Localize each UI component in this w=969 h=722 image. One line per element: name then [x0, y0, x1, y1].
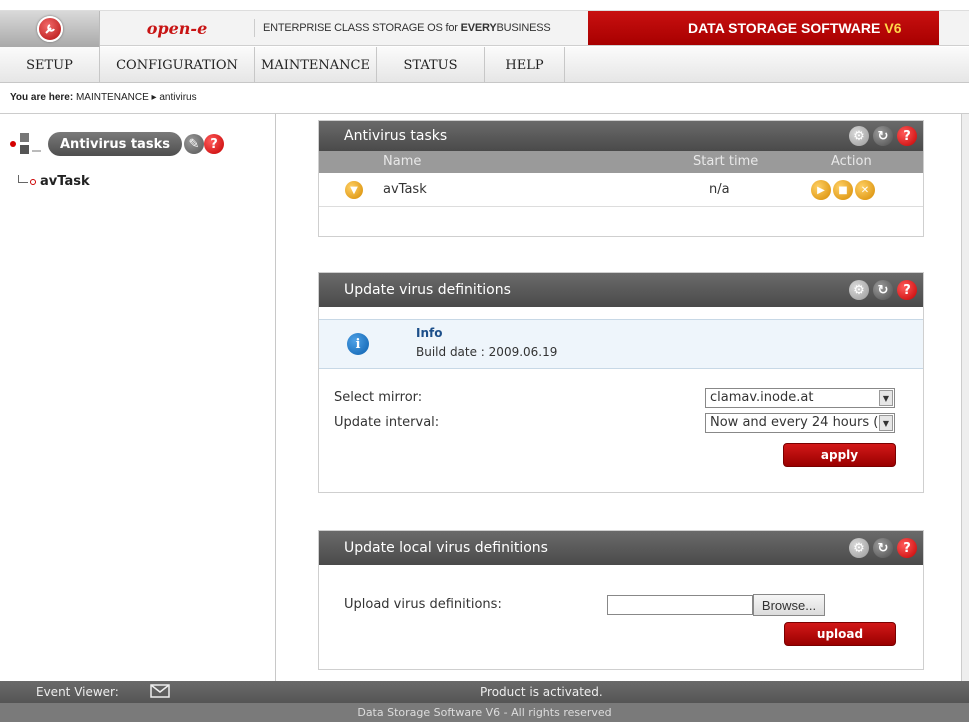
tree-title: Antivirus tasks [48, 132, 182, 156]
home-button[interactable] [0, 11, 100, 47]
table-row: ▼ avTask n/a ▶ ■ ✕ [319, 173, 923, 207]
envelope-icon[interactable] [150, 684, 170, 701]
tree-connector [18, 174, 28, 183]
panel-header: Update virus definitions ⚙ ↻ ? [319, 273, 923, 307]
product-banner: DATA STORAGE SOFTWARE V6 [588, 11, 939, 45]
file-path-input[interactable] [607, 595, 753, 615]
update-virus-definitions-panel: Update virus definitions ⚙ ↻ ? i Info Bu… [318, 272, 924, 493]
product-name: DATA STORAGE SOFTWARE [688, 20, 881, 36]
expand-icon[interactable]: ▼ [345, 181, 363, 199]
upload-label: Upload virus definitions: [344, 597, 502, 612]
wrench-icon [36, 16, 63, 42]
tree-node-icon [30, 178, 36, 185]
tree-toolbar: Antivirus tasks ✎ ? [10, 132, 224, 156]
tagline-pre: ENTERPRISE CLASS STORAGE OS for [263, 22, 458, 34]
info-text: Build date : 2009.06.19 [416, 345, 558, 359]
tools-icon[interactable]: ✎ [183, 134, 204, 154]
update-local-virus-definitions-panel: Update local virus definitions ⚙ ↻ ? Upl… [318, 530, 924, 670]
tree-view-toggle-icon[interactable] [20, 133, 42, 155]
column-name: Name [383, 154, 422, 169]
play-icon[interactable]: ▶ [811, 180, 831, 200]
delete-icon[interactable]: ✕ [855, 180, 875, 200]
breadcrumb-separator: ▸ [151, 92, 157, 103]
nav-status[interactable]: STATUS [377, 47, 485, 83]
tagline-bold: EVERY [460, 22, 497, 34]
task-start-time: n/a [709, 182, 730, 197]
settings-icon[interactable]: ⚙ [849, 280, 869, 300]
help-icon[interactable]: ? [897, 280, 917, 300]
nav-maintenance[interactable]: MAINTENANCE [255, 47, 377, 83]
help-icon[interactable]: ? [203, 134, 224, 154]
left-tree-panel: Antivirus tasks ✎ ? avTask [0, 114, 276, 681]
nav-setup[interactable]: SETUP [0, 47, 100, 83]
tree-title-icons: ✎ ? [183, 134, 224, 154]
breadcrumb-current: antivirus [159, 92, 197, 103]
nav-help[interactable]: HELP [485, 47, 565, 83]
tagline: ENTERPRISE CLASS STORAGE OS for EVERY BU… [255, 11, 588, 45]
panel-title: Update virus definitions [344, 282, 511, 298]
table-header: Name Start time Action [319, 151, 923, 173]
tree-item-avtask[interactable]: avTask [18, 174, 90, 189]
mirror-select[interactable]: clamav.inode.at ▼ [705, 388, 895, 408]
panel-title: Antivirus tasks [344, 128, 448, 144]
info-box: i Info Build date : 2009.06.19 [319, 319, 923, 369]
tree-item-label: avTask [40, 174, 90, 189]
breadcrumb-label: You are here: [10, 92, 74, 103]
brand-prefix: open- [146, 18, 198, 38]
refresh-icon[interactable]: ↻ [873, 280, 893, 300]
brand-suffix: e [197, 18, 208, 38]
interval-select[interactable]: Now and every 24 hours ( ▼ [705, 413, 895, 433]
task-name: avTask [383, 182, 427, 197]
browse-button[interactable]: Browse... [753, 594, 825, 616]
column-action: Action [831, 154, 872, 169]
antivirus-tasks-panel: Antivirus tasks ⚙ ↻ ? Name Start time Ac… [318, 120, 924, 237]
apply-button[interactable]: apply [783, 443, 896, 467]
panel-icons: ⚙ ↻ ? [849, 280, 917, 300]
interval-label: Update interval: [334, 415, 440, 430]
refresh-icon[interactable]: ↻ [873, 538, 893, 558]
panel-icons: ⚙ ↻ ? [849, 538, 917, 558]
interval-value: Now and every 24 hours ( [710, 415, 879, 430]
help-icon[interactable]: ? [897, 126, 917, 146]
nav-configuration[interactable]: CONFIGURATION [100, 47, 255, 83]
breadcrumb-maintenance[interactable]: MAINTENANCE [76, 92, 149, 103]
refresh-icon[interactable]: ↻ [873, 126, 893, 146]
mirror-value: clamav.inode.at [710, 390, 814, 405]
tagline-post: BUSINESS [496, 22, 551, 34]
column-start-time: Start time [693, 154, 759, 169]
brand-logo: open-e [100, 18, 255, 38]
chevron-down-icon: ▼ [879, 390, 893, 406]
product-version: V6 [884, 20, 902, 36]
settings-icon[interactable]: ⚙ [849, 538, 869, 558]
top-header: open-e ENTERPRISE CLASS STORAGE OS for E… [0, 10, 969, 47]
footer-copyright: Data Storage Software V6 - All rights re… [0, 703, 969, 722]
panel-header: Update local virus definitions ⚙ ↻ ? [319, 531, 923, 565]
help-icon[interactable]: ? [897, 538, 917, 558]
mirror-label: Select mirror: [334, 390, 423, 405]
upload-button[interactable]: upload [784, 622, 896, 646]
panel-icons: ⚙ ↻ ? [849, 126, 917, 146]
stop-icon[interactable]: ■ [833, 180, 853, 200]
status-bar: Event Viewer: Product is activated. [0, 681, 969, 703]
info-title: Info [416, 326, 443, 340]
activation-status: Product is activated. [480, 685, 603, 699]
breadcrumb: You are here: MAINTENANCE ▸ antivirus [0, 84, 969, 114]
event-viewer-label: Event Viewer: [36, 685, 119, 699]
info-icon: i [347, 333, 369, 355]
settings-icon[interactable]: ⚙ [849, 126, 869, 146]
panel-title: Update local virus definitions [344, 540, 548, 556]
tree-marker-icon [10, 141, 16, 147]
panel-header: Antivirus tasks ⚙ ↻ ? [319, 121, 923, 151]
chevron-down-icon: ▼ [879, 415, 893, 431]
main-nav: SETUP CONFIGURATION MAINTENANCE STATUS H… [0, 47, 969, 83]
scrollbar[interactable] [961, 114, 969, 681]
